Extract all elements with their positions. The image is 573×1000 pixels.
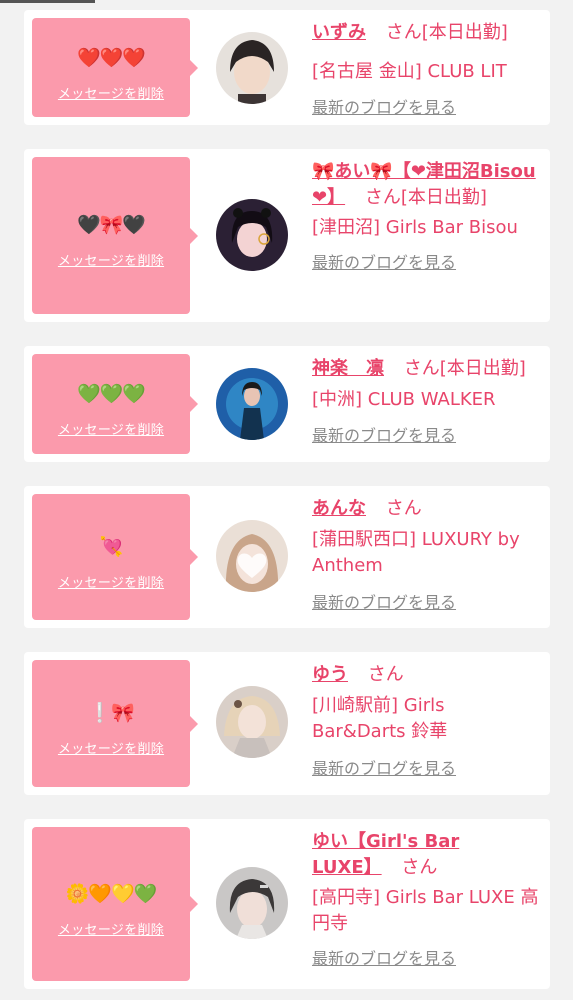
cast-name-link[interactable]: ゆい【Girl's Bar LUXE】 xyxy=(312,831,459,878)
work-status: [本日出勤] xyxy=(439,358,526,379)
message-card: ❕🎀 メッセージを削除 ゆう さん [川崎駅前] Girls Bar&Darts… xyxy=(24,652,550,795)
cast-info: ゆう さん [川崎駅前] Girls Bar&Darts 鈴華 最新のブログを見… xyxy=(312,662,544,779)
shop-name: [蒲田駅西口] LUXURY by Anthem xyxy=(312,529,520,576)
message-emoji: 🖤🎀🖤 xyxy=(77,214,146,236)
message-bubble[interactable]: 💚💚💚 メッセージを削除 xyxy=(32,354,198,454)
honorific: さん xyxy=(364,187,401,208)
cast-info: あんな さん [蒲田駅西口] LUXURY by Anthem 最新のブログを見… xyxy=(312,496,544,613)
honorific: さん xyxy=(403,358,440,379)
message-emoji: ❤️❤️❤️ xyxy=(77,47,146,69)
shop-name: [中洲] CLUB WALKER xyxy=(312,389,496,410)
delete-message-link[interactable]: メッセージを削除 xyxy=(32,254,190,270)
delete-message-link[interactable]: メッセージを削除 xyxy=(32,423,190,439)
cast-info: ゆい【Girl's Bar LUXE】 さん [高円寺] Girls Bar L… xyxy=(312,829,544,969)
cast-info: 🎀あい🎀【❤津田沼Bisou❤】 さん[本日出勤] [津田沼] Girls Ba… xyxy=(312,159,544,273)
shop-name: [高円寺] Girls Bar LUXE 高円寺 xyxy=(312,887,539,934)
message-bubble[interactable]: 🖤🎀🖤 メッセージを削除 xyxy=(32,157,198,314)
latest-blog-link[interactable]: 最新のブログを見る xyxy=(312,253,544,273)
avatar[interactable] xyxy=(216,686,288,758)
message-card: ❤️❤️❤️ メッセージを削除 いずみ さん[本日出勤] [名古屋 金山] CL… xyxy=(24,10,550,125)
cast-info: いずみ さん[本日出勤] [名古屋 金山] CLUB LIT 最新のブログを見る xyxy=(312,20,544,118)
latest-blog-link[interactable]: 最新のブログを見る xyxy=(312,949,544,969)
delete-message-link[interactable]: メッセージを削除 xyxy=(32,923,190,939)
work-status: [本日出勤] xyxy=(421,22,508,43)
shop-name: [津田沼] Girls Bar Bisou xyxy=(312,217,518,238)
message-emoji: ❕🎀 xyxy=(88,702,134,724)
latest-blog-link[interactable]: 最新のブログを見る xyxy=(312,426,544,446)
message-card: 🖤🎀🖤 メッセージを削除 🎀あい🎀【❤津田沼Bisou❤】 さん[本日出勤] [… xyxy=(24,149,550,322)
avatar[interactable] xyxy=(216,368,288,440)
message-bubble[interactable]: 💘 メッセージを削除 xyxy=(32,494,198,620)
avatar[interactable] xyxy=(216,867,288,939)
shop-name: [名古屋 金山] CLUB LIT xyxy=(312,61,507,82)
message-emoji: 🌼🧡💛💚 xyxy=(65,883,158,905)
scroll-indicator xyxy=(0,0,95,3)
honorific: さん xyxy=(385,498,422,519)
cast-name-link[interactable]: あんな xyxy=(312,498,366,519)
message-emoji: 💘 xyxy=(99,536,124,558)
latest-blog-link[interactable]: 最新のブログを見る xyxy=(312,98,544,118)
latest-blog-link[interactable]: 最新のブログを見る xyxy=(312,759,544,779)
cast-name-link[interactable]: ゆう xyxy=(312,664,348,685)
message-bubble[interactable]: 🌼🧡💛💚 メッセージを削除 xyxy=(32,827,198,981)
honorific: さん xyxy=(367,664,404,685)
shop-name: [川崎駅前] Girls Bar&Darts 鈴華 xyxy=(312,695,448,742)
delete-message-link[interactable]: メッセージを削除 xyxy=(32,87,190,103)
cast-name-link[interactable]: いずみ xyxy=(312,22,366,43)
message-card: 💘 メッセージを削除 あんな さん [蒲田駅西口] LUXURY by Anth… xyxy=(24,486,550,628)
cast-info: 神楽 凛 さん[本日出勤] [中洲] CLUB WALKER 最新のブログを見る xyxy=(312,356,544,446)
avatar[interactable] xyxy=(216,32,288,104)
cast-name-link[interactable]: 神楽 凛 xyxy=(312,358,384,379)
work-status: [本日出勤] xyxy=(400,187,487,208)
avatar[interactable] xyxy=(216,199,288,271)
delete-message-link[interactable]: メッセージを削除 xyxy=(32,576,190,592)
honorific: さん xyxy=(401,857,438,878)
honorific: さん xyxy=(385,22,422,43)
message-card: 🌼🧡💛💚 メッセージを削除 ゆい【Girl's Bar LUXE】 さん [高円… xyxy=(24,819,550,989)
avatar[interactable] xyxy=(216,520,288,592)
message-card: 💚💚💚 メッセージを削除 神楽 凛 さん[本日出勤] [中洲] CLUB WAL… xyxy=(24,346,550,462)
delete-message-link[interactable]: メッセージを削除 xyxy=(32,742,190,758)
message-bubble[interactable]: ❤️❤️❤️ メッセージを削除 xyxy=(32,18,198,117)
message-bubble[interactable]: ❕🎀 メッセージを削除 xyxy=(32,660,198,787)
message-emoji: 💚💚💚 xyxy=(77,383,146,405)
latest-blog-link[interactable]: 最新のブログを見る xyxy=(312,593,544,613)
